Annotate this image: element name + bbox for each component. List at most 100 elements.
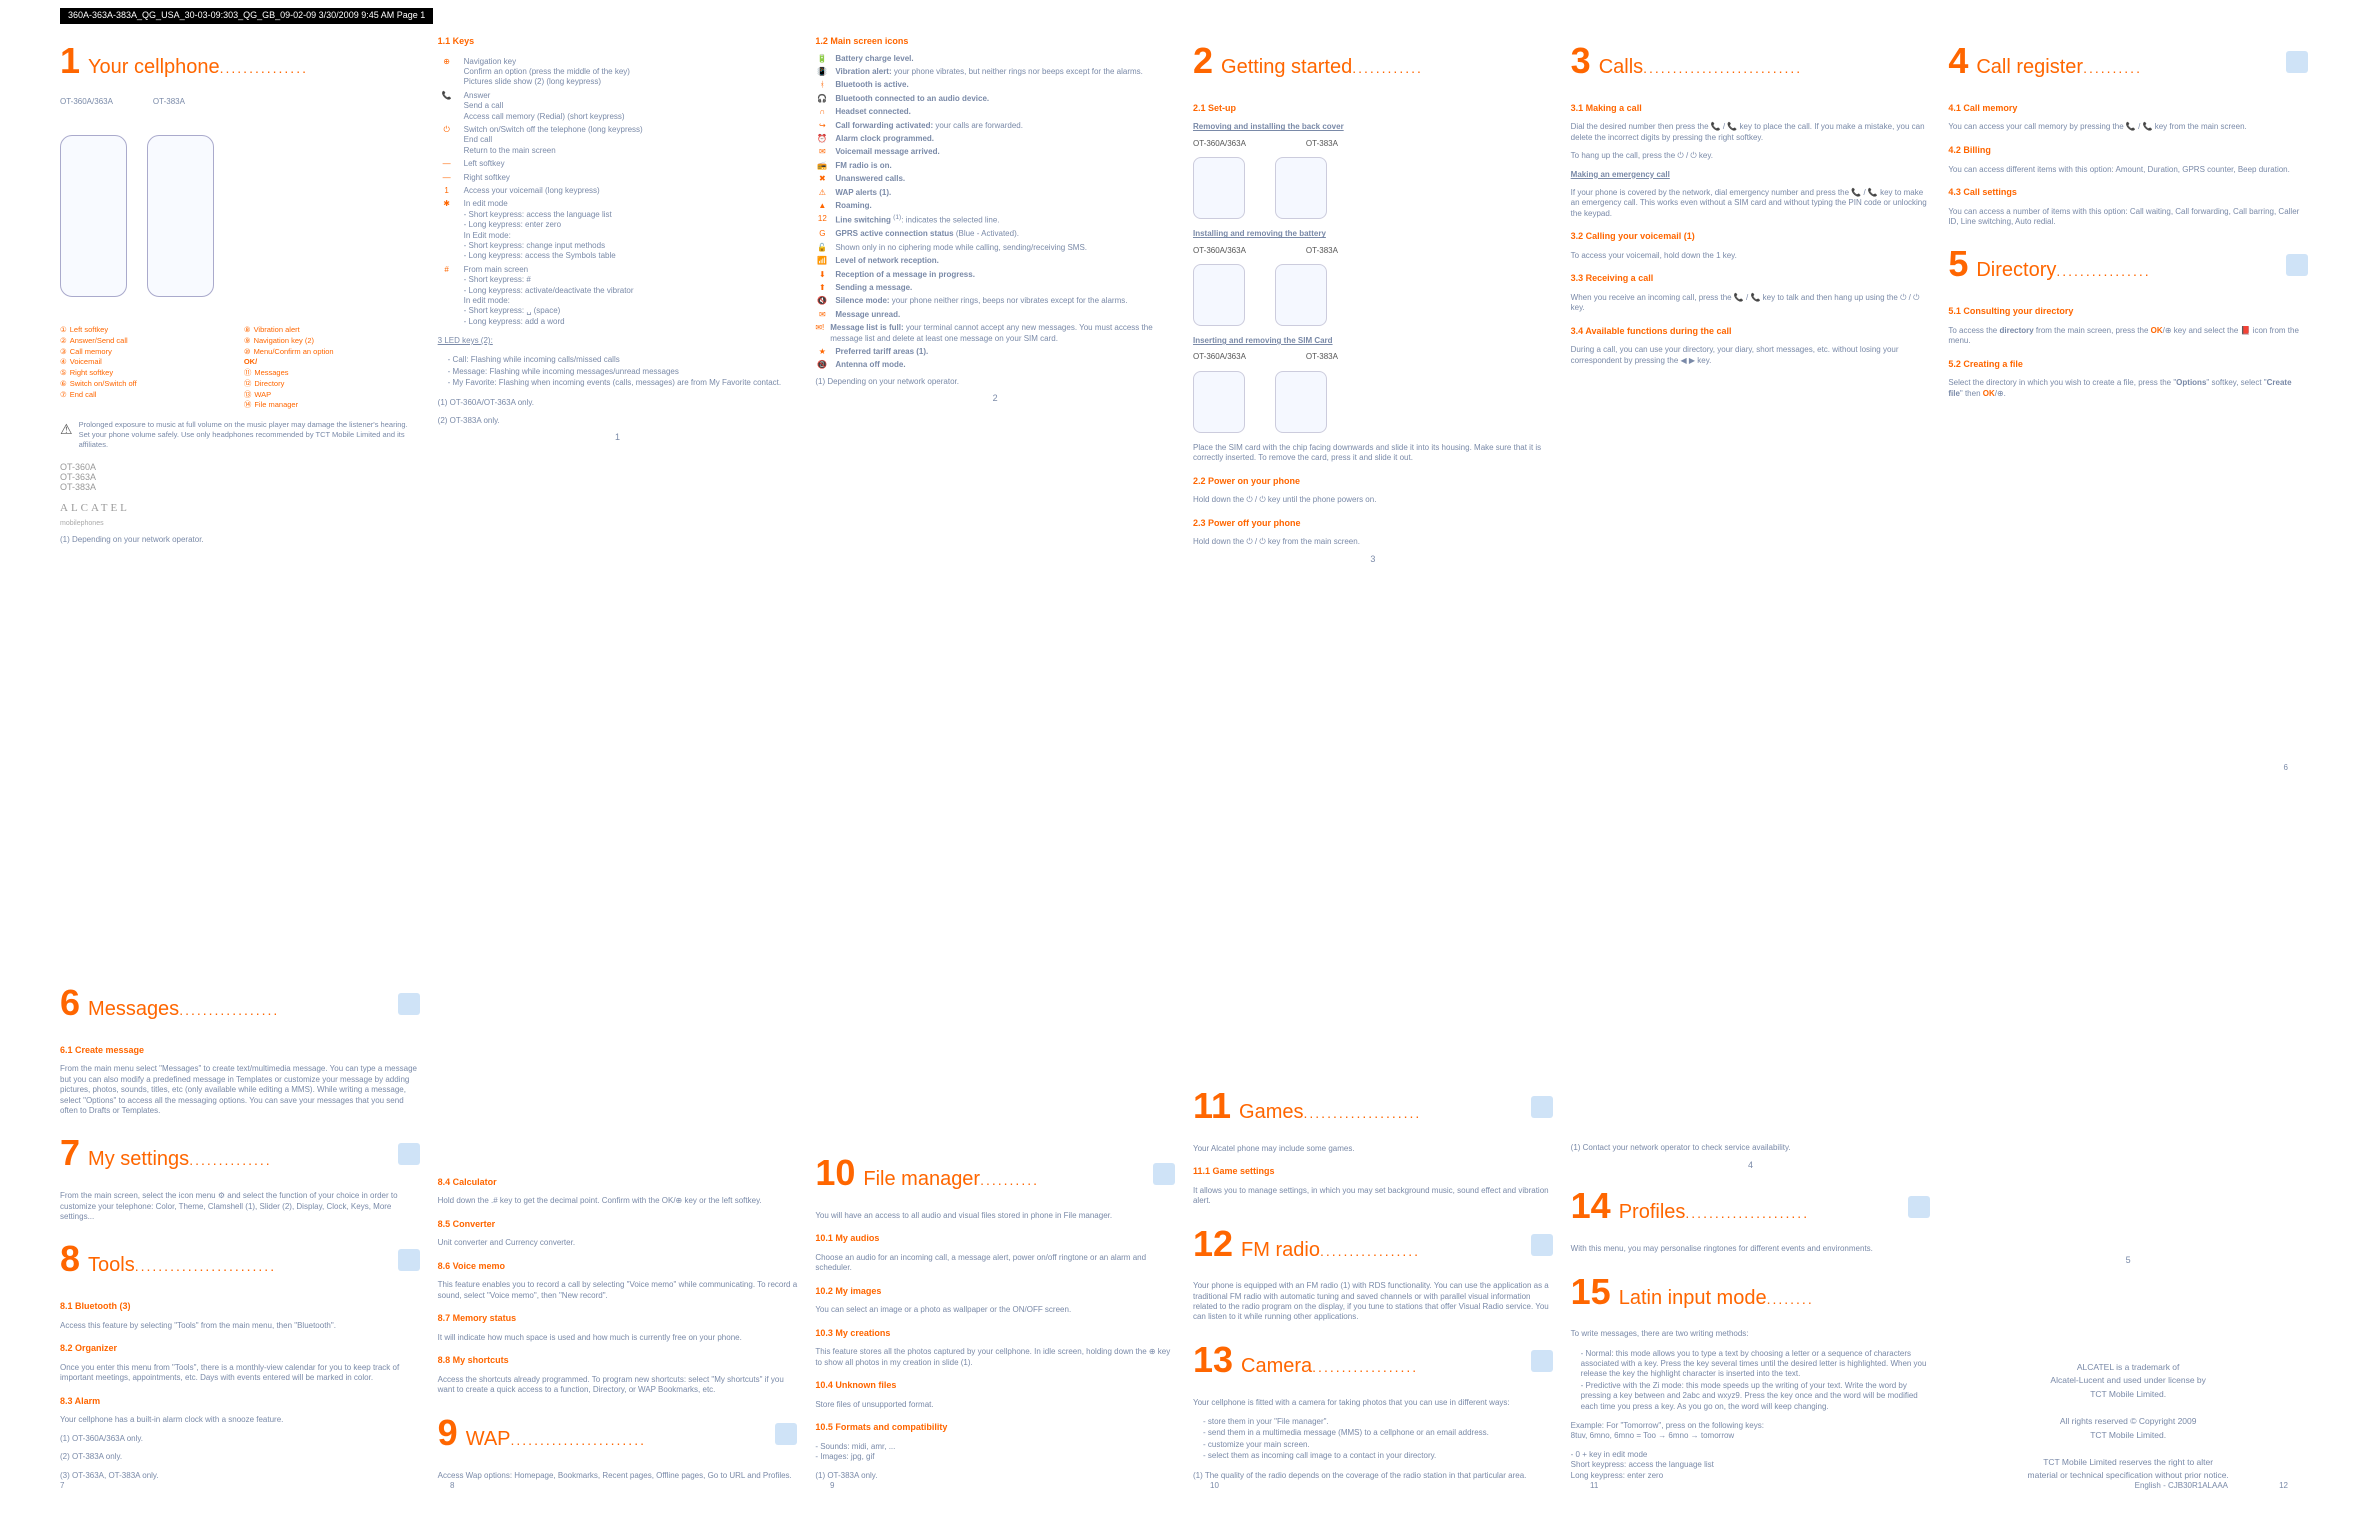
brand-sub: mobilephones — [60, 519, 420, 528]
body-text: Access Wap options: Homepage, Bookmarks,… — [438, 1471, 798, 1481]
body-text: You can select an image or a photo as wa… — [815, 1305, 1175, 1315]
page-num-11: 11 — [1590, 1481, 1598, 1491]
page-number: 1 — [438, 432, 798, 444]
body-text: To write messages, there are two writing… — [1571, 1329, 1931, 1339]
footnote: (1) OT-383A only. — [815, 1471, 1175, 1481]
sub-heading: 10.3 My creations — [815, 1328, 1175, 1340]
phone-illustrations — [60, 111, 420, 321]
section-5-title: 5Directory................ — [1948, 241, 2308, 288]
section-15-title: 15Latin input mode........ — [1571, 1269, 1931, 1316]
body-text: During a call, you can use your director… — [1571, 345, 1931, 366]
body-text: You can access different items with this… — [1948, 165, 2308, 175]
model-label: OT-383A — [153, 97, 185, 107]
body-text: Access this feature by selecting "Tools"… — [60, 1321, 420, 1331]
step-label: Making an emergency call — [1571, 170, 1931, 180]
page-num-10: 10 — [1210, 1481, 1219, 1491]
body-text: You can access a number of items with th… — [1948, 207, 2308, 228]
body-text: Hold down the ⏻ / ⏻ key until the phone … — [1193, 495, 1553, 505]
page-number: 2 — [815, 393, 1175, 405]
body-text: Your cellphone is fitted with a camera f… — [1193, 1398, 1553, 1408]
body-text: To access your voicemail, hold down the … — [1571, 251, 1931, 261]
footnote: (2) OT-383A only. — [438, 416, 798, 426]
sub-heading: 3.2 Calling your voicemail (1) — [1571, 231, 1931, 243]
section-3-title: 3Calls........................... — [1571, 38, 1931, 85]
sub-heading: 4.2 Billing — [1948, 145, 2308, 157]
body-text: You will have an access to all audio and… — [815, 1211, 1175, 1221]
example-text: Example: For "Tomorrow", press on the fo… — [1571, 1421, 1931, 1442]
section-10-title: 10File manager.......... — [815, 1150, 1175, 1197]
body-text: Place the SIM card with the chip facing … — [1193, 443, 1553, 464]
page-number: 5 — [1948, 1255, 2308, 1267]
sub-heading: 5.2 Creating a file — [1948, 359, 2308, 371]
body-text: When you receive an incoming call, press… — [1571, 293, 1931, 314]
body-text: Select the directory in which you wish t… — [1948, 378, 2308, 399]
page-number: 4 — [1571, 1160, 1931, 1172]
profiles-icon — [1908, 1196, 1930, 1218]
model-label: OT-360A/363A — [60, 97, 113, 107]
body-text: Access the shortcuts already programmed.… — [438, 1375, 798, 1396]
sub-heading: 4.3 Call settings — [1948, 187, 2308, 199]
tools-icon — [398, 1249, 420, 1271]
key-descriptions: ⊕Navigation key Confirm an option (press… — [438, 54, 798, 330]
footnote: (1) OT-360A/363A only. — [60, 1434, 420, 1444]
section-8-title: 8Tools........................ — [60, 1236, 420, 1283]
camera-uses: store them in your "File manager".send t… — [1203, 1416, 1553, 1463]
section-11-title: 11Games.................... — [1193, 1083, 1553, 1130]
section-9-title: 9WAP....................... — [438, 1410, 798, 1457]
page-number: 3 — [1193, 554, 1553, 566]
footnote: (1) Depending on your network operator. — [60, 535, 420, 545]
radio-icon — [1531, 1234, 1553, 1256]
call-register-icon — [2286, 51, 2308, 73]
doc-code: English - CJB30R1ALAAA — [2135, 1481, 2228, 1491]
step-label: Installing and removing the battery — [1193, 229, 1553, 239]
body-text: Store files of unsupported format. — [815, 1400, 1175, 1410]
sub-heading: 4.1 Call memory — [1948, 103, 2308, 115]
section-1-title: 1Your cellphone............... — [60, 38, 420, 85]
section-7-title: 7My settings.............. — [60, 1130, 420, 1177]
settings-icon — [398, 1143, 420, 1165]
sub-heading: 8.8 My shortcuts — [438, 1355, 798, 1367]
page-num-12: 12 — [2279, 1481, 2288, 1491]
sub-heading: 2.1 Set-up — [1193, 103, 1553, 115]
body-text: With this menu, you may personalise ring… — [1571, 1244, 1931, 1254]
body-text: Your Alcatel phone may include some game… — [1193, 1144, 1553, 1154]
page-num-7: 7 — [60, 1481, 64, 1491]
warning-text: Prolonged exposure to music at full volu… — [60, 420, 420, 449]
sub-heading: 8.5 Converter — [438, 1219, 798, 1231]
sub-heading: 3.3 Receiving a call — [1571, 273, 1931, 285]
page-num-8: 8 — [450, 1481, 454, 1491]
diagram — [1193, 153, 1553, 223]
sub-heading: 10.2 My images — [815, 1286, 1175, 1298]
section-2-title: 2Getting started............ — [1193, 38, 1553, 85]
sub-heading: 3.4 Available functions during the call — [1571, 326, 1931, 338]
diagram — [1193, 367, 1553, 437]
page-num-6: 6 — [2284, 763, 2288, 773]
footnote: (1) Contact your network operator to che… — [1571, 1143, 1931, 1153]
body-text: From the main menu select "Messages" to … — [60, 1064, 420, 1116]
body-text: It will indicate how much space is used … — [438, 1333, 798, 1343]
sub-heading: 5.1 Consulting your directory — [1948, 306, 2308, 318]
section-4-title: 4Call register.......... — [1948, 38, 2308, 85]
sub-heading: 10.1 My audios — [815, 1233, 1175, 1245]
body-text: If your phone is covered by the network,… — [1571, 188, 1931, 219]
sub-heading: 8.6 Voice memo — [438, 1261, 798, 1273]
sub-heading: 2.2 Power on your phone — [1193, 476, 1553, 488]
body-text: - 0 + key in edit mode Short keypress: a… — [1571, 1450, 1931, 1481]
sub-heading: 1.2 Main screen icons — [815, 36, 1175, 48]
sub-heading: 8.2 Organizer — [60, 1343, 420, 1355]
diagram — [1193, 260, 1553, 330]
footnote: (1) Depending on your network operator. — [815, 377, 1175, 387]
led-heading: 3 LED keys (2): — [438, 336, 798, 346]
body-text: Your phone is equipped with an FM radio … — [1193, 1281, 1553, 1323]
sub-heading: 8.4 Calculator — [438, 1177, 798, 1189]
section-13-title: 13Camera.................. — [1193, 1337, 1553, 1384]
games-icon — [1531, 1096, 1553, 1118]
section-14-title: 14Profiles..................... — [1571, 1183, 1931, 1230]
footnote: (2) OT-383A only. — [60, 1452, 420, 1462]
body-text: To access the directory from the main sc… — [1948, 326, 2308, 347]
sub-heading: 10.5 Formats and compatibility — [815, 1422, 1175, 1434]
step-label: Removing and installing the back cover — [1193, 122, 1553, 132]
footnote: (1) OT-360A/OT-363A only. — [438, 398, 798, 408]
model-list: OT-360A OT-363A OT-383A — [60, 463, 420, 493]
body-text: Once you enter this menu from "Tools", t… — [60, 1363, 420, 1384]
